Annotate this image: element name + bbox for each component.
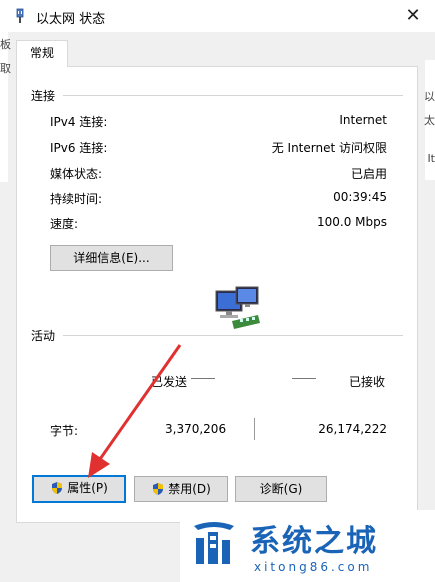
network-activity-icon (215, 286, 260, 329)
properties-button[interactable]: 属性(P) (32, 475, 126, 503)
background-text: 取 (0, 62, 11, 75)
properties-label: 属性(P) (67, 481, 108, 495)
duration-value: 00:39:45 (333, 190, 387, 204)
sent-label: 已发送 (151, 375, 188, 389)
received-label: 已接收 (349, 375, 386, 389)
ethernet-icon (16, 8, 24, 23)
uac-shield-icon (52, 482, 63, 494)
received-dash (292, 378, 316, 379)
disable-label: 禁用(D) (168, 482, 211, 496)
diagnose-button[interactable]: 诊断(G) (235, 476, 327, 502)
title-bar: 以太网 状态 ✕ (0, 0, 435, 32)
speed-label: 速度: (50, 217, 79, 231)
watermark: 系统之城 xitong86.com (180, 510, 435, 582)
watermark-url: xitong86.com (254, 560, 373, 574)
tab-general[interactable]: 常规 (16, 40, 68, 67)
sent-dash (191, 378, 215, 379)
background-window-left: 板 取 (0, 32, 11, 182)
media-state-value: 已启用 (350, 167, 387, 181)
watermark-logo (194, 522, 234, 564)
bytes-label: 字节: (50, 424, 79, 438)
bytes-received-value: 26,174,222 (318, 422, 387, 436)
ipv6-value: 无 Internet 访问权限 (271, 141, 387, 155)
bytes-sent-value: 3,370,206 (165, 422, 227, 436)
speed-value: 100.0 Mbps (316, 215, 387, 229)
disable-button[interactable]: 禁用(D) (134, 476, 228, 502)
group-divider (63, 95, 403, 96)
ipv4-value: Internet (339, 113, 387, 127)
background-text: 以 (424, 90, 435, 103)
media-state-label: 媒体状态: (50, 167, 103, 181)
background-text: It (427, 152, 435, 165)
activity-group-title: 活动 (31, 329, 56, 343)
background-text: 板 (0, 38, 11, 51)
duration-label: 持续时间: (50, 192, 103, 206)
ipv4-label: IPv4 连接: (50, 115, 108, 129)
ipv6-label: IPv6 连接: (50, 141, 108, 155)
connection-group-title: 连接 (31, 89, 56, 103)
background-text: 太 (424, 114, 435, 127)
bytes-separator (254, 418, 255, 440)
background-window-right: 以 太 It (424, 60, 435, 180)
details-button[interactable]: 详细信息(E)... (50, 245, 173, 271)
uac-shield-icon (153, 483, 164, 495)
close-button[interactable]: ✕ (401, 4, 425, 28)
window-title: 以太网 状态 (36, 12, 106, 27)
watermark-text: 系统之城 (250, 524, 378, 559)
group-divider (63, 335, 403, 336)
